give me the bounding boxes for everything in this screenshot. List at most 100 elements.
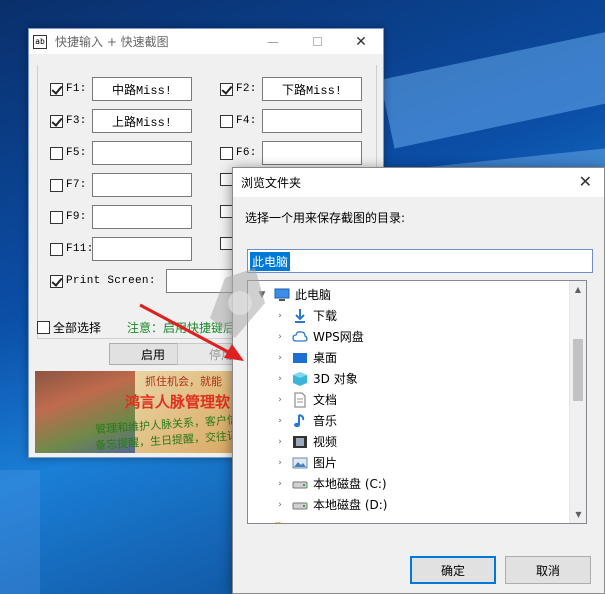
expand-arrow-icon[interactable]: › (274, 479, 286, 489)
tree-item-label: 图片 (313, 456, 338, 470)
scroll-up-icon[interactable]: ▲ (570, 281, 586, 298)
expand-arrow-icon[interactable]: › (274, 437, 286, 447)
tree-item-label: 本地磁盘 (C:) (313, 477, 387, 491)
tree-item-label: 本地磁盘 (D:) (313, 498, 388, 512)
hotkey-label: F4: (236, 115, 257, 127)
banner-text: 抓住机会，就能 (145, 375, 222, 388)
pictures-icon (292, 457, 308, 468)
expand-arrow-icon[interactable]: › (256, 521, 268, 524)
checkbox-f11[interactable] (50, 242, 63, 256)
print-screen-label: Print Screen: (66, 275, 156, 287)
checkbox-f3[interactable] (50, 114, 63, 128)
checkbox-f5[interactable] (50, 146, 63, 160)
hotkey-text-f11[interactable] (92, 237, 192, 261)
hotkey-text-f6[interactable] (262, 141, 362, 165)
dialog-title-bar[interactable]: 浏览文件夹 ✕ (233, 168, 604, 197)
hotkey-row-f6: F6: (220, 141, 362, 165)
checkbox-f2[interactable] (220, 82, 233, 96)
hotkey-label: F7: (66, 179, 87, 191)
expand-arrow-icon[interactable]: › (274, 395, 286, 405)
cancel-button[interactable]: 取消 (505, 556, 591, 584)
tree-item-music[interactable]: › 音乐 (274, 410, 337, 431)
checkbox-f1[interactable] (50, 82, 63, 96)
hotkey-row-f9: F9: (50, 205, 192, 229)
hotkey-text-f5[interactable] (92, 141, 192, 165)
tree-item-label: 音乐 (313, 414, 338, 428)
tree-item-label: 3D 对象 (313, 372, 358, 386)
tree-item-pictures[interactable]: › 图片 (274, 452, 337, 473)
dialog-prompt: 选择一个用来保存截图的目录: (245, 211, 406, 225)
select-all-label: 全部选择 (53, 321, 102, 335)
document-icon (294, 392, 306, 407)
watermark-logo (210, 268, 265, 338)
tree-item-videos[interactable]: › 视频 (274, 431, 337, 452)
hotkey-label: F1: (66, 83, 87, 95)
scroll-down-icon[interactable]: ▼ (570, 506, 586, 523)
desktop-light-beam (380, 25, 605, 149)
expand-arrow-icon[interactable]: › (274, 416, 286, 426)
select-all[interactable]: 全部选择 (37, 319, 101, 336)
hotkey-label: F6: (236, 147, 257, 159)
3d-objects-icon (293, 371, 307, 386)
tree-item-label: 文档 (313, 393, 338, 407)
tree-item-drive-c[interactable]: › 本地磁盘 (C:) (274, 473, 387, 494)
folder-icon (275, 521, 289, 523)
hotkey-label: F9: (66, 211, 87, 223)
hotkey-label: F5: (66, 147, 87, 159)
desktop-icon (293, 352, 307, 363)
hotkey-row-f4: F4: (220, 109, 362, 133)
drive-icon (292, 481, 308, 488)
expand-arrow-icon[interactable]: › (274, 353, 286, 363)
checkbox-f7[interactable] (50, 178, 63, 192)
hotkey-label: F11: (66, 243, 94, 255)
hotkey-text-f3[interactable]: 上路Miss! (92, 109, 192, 133)
tree-item-desktop[interactable]: › 桌面 (274, 347, 337, 368)
tree-item-3d-objects[interactable]: › 3D 对象 (274, 368, 358, 389)
hotkey-label: F2: (236, 83, 257, 95)
scrollbar-thumb[interactable] (573, 339, 583, 401)
music-icon (294, 413, 305, 427)
video-icon (293, 435, 307, 448)
checkbox-f4[interactable] (220, 114, 233, 128)
hotkey-text-f1[interactable]: 中路Miss! (92, 77, 192, 101)
close-button[interactable]: ✕ (339, 29, 383, 54)
expand-arrow-icon[interactable]: › (274, 374, 286, 384)
title-bar[interactable]: ab 快捷输入 + 快速截图 — ✕ (29, 29, 383, 54)
hotkey-label: F3: (66, 115, 87, 127)
window-title: 快捷输入 + 快速截图 (55, 35, 169, 49)
tree-item-partial[interactable]: › (256, 515, 295, 524)
app-icon: ab (33, 34, 47, 49)
hotkey-text-f2[interactable]: 下路Miss! (262, 77, 362, 101)
hotkey-text-f4[interactable] (262, 109, 362, 133)
drive-icon (292, 502, 308, 509)
tree-item-label: 视频 (313, 435, 338, 449)
checkbox-print-screen[interactable] (50, 274, 63, 288)
hotkey-row-f2: F2: 下路Miss! (220, 77, 362, 101)
hotkey-text-f9[interactable] (92, 205, 192, 229)
expand-arrow-icon[interactable]: › (274, 500, 286, 510)
banner-title: 鸿言人脉管理软 (125, 393, 231, 411)
browse-folder-dialog: 浏览文件夹 ✕ 选择一个用来保存截图的目录: 此电脑 ▼ 此电脑 › 下载 › (232, 167, 605, 594)
hotkey-row-f11: F11: (50, 237, 192, 261)
hotkey-text-f7[interactable] (92, 173, 192, 197)
dialog-close-button[interactable]: ✕ (579, 172, 592, 191)
checkbox-f9[interactable] (50, 210, 63, 224)
desktop-light-beam (0, 470, 40, 594)
hotkey-row-f7: F7: (50, 173, 192, 197)
hotkey-row-f1: F1: 中路Miss! (50, 77, 192, 101)
tree-scrollbar[interactable]: ▲ ▼ (569, 281, 586, 523)
select-all-checkbox[interactable] (37, 321, 50, 334)
dialog-title: 浏览文件夹 (241, 176, 302, 190)
tree-item-documents[interactable]: › 文档 (274, 389, 337, 410)
tree-item-label: 桌面 (313, 351, 338, 365)
ad-banner[interactable]: 抓住机会，就能 鸿言人脉管理软 管理和维护人脉关系，客户信息，社 备忘提醒，生日… (35, 371, 235, 453)
hotkey-row-f3: F3: 上路Miss! (50, 109, 192, 133)
maximize-button[interactable] (295, 29, 339, 54)
hotkey-row-f5: F5: (50, 141, 192, 165)
expand-arrow-icon[interactable]: › (274, 458, 286, 468)
checkbox-f6[interactable] (220, 146, 233, 160)
minimize-button[interactable]: — (251, 29, 295, 54)
tree-item-drive-d[interactable]: › 本地磁盘 (D:) (274, 494, 387, 515)
maximize-icon (312, 37, 322, 46)
ok-button[interactable]: 确定 (410, 556, 496, 584)
